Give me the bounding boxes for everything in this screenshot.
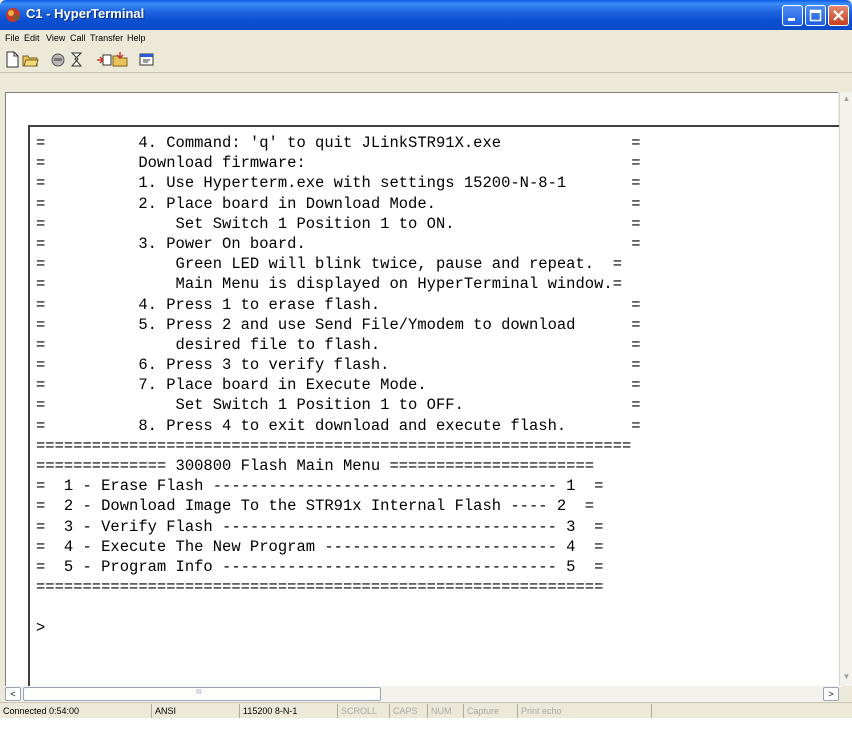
terminal-line: = 4 - Execute The New Program ----------… xyxy=(36,537,604,556)
terminal-output: = 4. Command: 'q' to quit JLinkSTR91X.ex… xyxy=(36,133,641,638)
minimize-icon xyxy=(788,18,795,21)
hyperterminal-window: C1 - HyperTerminal File Edit View Call T… xyxy=(0,0,852,718)
send-icon[interactable] xyxy=(96,51,113,68)
terminal-line: = Set Switch 1 Position 1 to OFF. = xyxy=(36,396,641,415)
receive-icon[interactable] xyxy=(112,51,129,68)
maximize-icon xyxy=(809,9,822,22)
window-title: C1 - HyperTerminal xyxy=(26,6,145,21)
menu-file[interactable]: File xyxy=(5,33,20,43)
status-num: NUM xyxy=(428,704,464,718)
terminal-line: = 5 - Program Info ---------------------… xyxy=(36,557,604,576)
terminal-line: > xyxy=(36,618,46,637)
terminal-screen[interactable]: = 4. Command: 'q' to quit JLinkSTR91X.ex… xyxy=(28,125,842,687)
status-emulation: ANSI xyxy=(152,704,240,718)
terminal-line: = 1 - Erase Flash ----------------------… xyxy=(36,477,604,496)
close-icon xyxy=(833,10,844,21)
status-capture: Capture xyxy=(464,704,518,718)
new-connection-icon[interactable] xyxy=(4,51,21,68)
scroll-down-icon[interactable]: ▼ xyxy=(841,670,852,684)
open-icon[interactable] xyxy=(22,51,39,68)
status-scroll: SCROLL xyxy=(338,704,390,718)
terminal-line: ========================================… xyxy=(36,436,632,455)
scroll-right-icon[interactable]: > xyxy=(823,687,839,701)
terminal-line: = Download firmware: = xyxy=(36,154,641,173)
title-bar[interactable]: C1 - HyperTerminal xyxy=(0,0,852,30)
terminal-line: = Main Menu is displayed on HyperTermina… xyxy=(36,275,622,294)
terminal-line: = Set Switch 1 Position 1 to ON. = xyxy=(36,214,641,233)
maximize-button[interactable] xyxy=(805,5,826,26)
menu-view[interactable]: View xyxy=(46,33,65,43)
terminal-line: = Green LED will blink twice, pause and … xyxy=(36,255,622,274)
terminal-line: = 5. Press 2 and use Send File/Ymodem to… xyxy=(36,315,641,334)
minimize-button[interactable] xyxy=(782,5,803,26)
menu-bar: File Edit View Call Transfer Help xyxy=(0,30,852,48)
terminal-line: = 3 - Verify Flash ---------------------… xyxy=(36,517,604,536)
horizontal-scroll-thumb[interactable]: III xyxy=(23,687,381,701)
status-bar: Connected 0:54:00 ANSI 115200 8-N-1 SCRO… xyxy=(0,702,852,718)
scroll-left-icon[interactable]: < xyxy=(5,687,21,701)
terminal-line: = 8. Press 4 to exit download and execut… xyxy=(36,416,641,435)
terminal-line: = 6. Press 3 to verify flash. = xyxy=(36,356,641,375)
vertical-scrollbar[interactable]: ▲ ▼ xyxy=(839,92,852,686)
terminal-line: = 4. Command: 'q' to quit JLinkSTR91X.ex… xyxy=(36,134,641,152)
status-settings: 115200 8-N-1 xyxy=(240,704,338,718)
menu-edit[interactable]: Edit xyxy=(24,33,40,43)
menu-help[interactable]: Help xyxy=(127,33,146,43)
scroll-grip: III xyxy=(196,689,202,696)
status-connected: Connected 0:54:00 xyxy=(0,704,152,718)
terminal-line: = 7. Place board in Execute Mode. = xyxy=(36,376,641,395)
terminal-line: = desired file to flash. = xyxy=(36,335,641,354)
hyperterminal-app-icon xyxy=(6,8,20,22)
status-print-echo: Print echo xyxy=(518,704,652,718)
properties-icon[interactable] xyxy=(138,51,155,68)
terminal-line: = 1. Use Hyperterm.exe with settings 152… xyxy=(36,174,641,193)
terminal-line: ============== 300800 Flash Main Menu ==… xyxy=(36,457,595,475)
terminal-line: = 3. Power On board. = xyxy=(36,234,641,253)
terminal-line: = 4. Press 1 to erase flash. = xyxy=(36,295,641,314)
close-button[interactable] xyxy=(828,5,849,26)
terminal-frame: = 4. Command: 'q' to quit JLinkSTR91X.ex… xyxy=(5,92,842,687)
menu-transfer[interactable]: Transfer xyxy=(90,33,123,43)
toolbar xyxy=(0,48,852,73)
status-caps: CAPS xyxy=(390,704,428,718)
disconnect-icon[interactable] xyxy=(50,51,67,68)
terminal-line: = 2 - Download Image To the STR91x Inter… xyxy=(36,497,595,516)
dial-icon[interactable] xyxy=(68,51,85,68)
terminal-line: ========================================… xyxy=(36,578,604,597)
horizontal-scrollbar[interactable]: < III > xyxy=(5,686,839,702)
menu-call[interactable]: Call xyxy=(70,33,86,43)
terminal-line: = 2. Place board in Download Mode. = xyxy=(36,194,641,213)
scroll-up-icon[interactable]: ▲ xyxy=(841,92,852,106)
